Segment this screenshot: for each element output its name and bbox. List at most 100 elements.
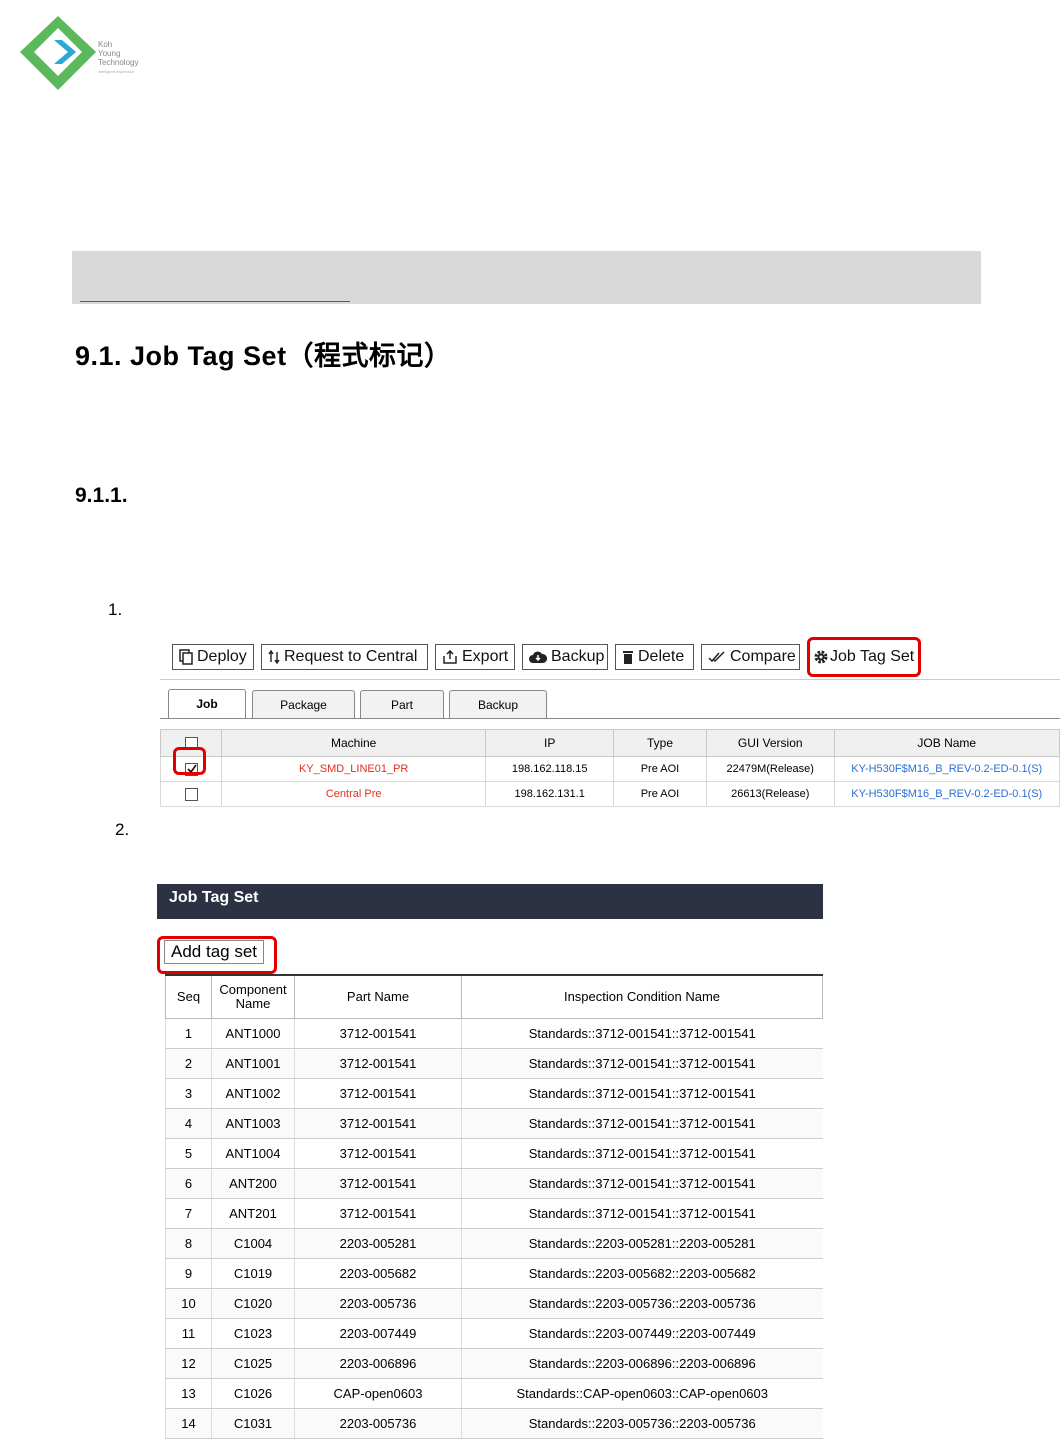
seq-cell: 8 xyxy=(165,1228,212,1259)
tag-table-body: 1 ANT1000 3712-001541 Standards::3712-00154… xyxy=(165,1018,823,1439)
banner-link-underline[interactable] xyxy=(80,301,350,302)
row-select-cell xyxy=(159,781,223,807)
seq-cell: 6 xyxy=(165,1168,212,1199)
component-cell: C1026 xyxy=(211,1378,295,1409)
component-cell: C1004 xyxy=(211,1228,295,1259)
table-row[interactable]: 10 C1020 2203-005736 Standards::2203-005736… xyxy=(165,1288,823,1319)
job-tag-set-dialog: Job Tag Set Add tag set Seq Component Na… xyxy=(157,884,823,1439)
component-cell: C1019 xyxy=(211,1258,295,1289)
part-name-cell: 2203-005736 xyxy=(294,1408,462,1439)
delete-button[interactable]: Delete xyxy=(615,644,694,670)
component-cell: C1023 xyxy=(211,1318,295,1349)
condition-cell: Standards::2203-007449::2203-007449 xyxy=(461,1318,823,1349)
component-cell: ANT201 xyxy=(211,1198,295,1229)
deploy-label: Deploy xyxy=(197,648,247,665)
part-name-cell: 2203-005682 xyxy=(294,1258,462,1289)
table-row[interactable]: Central Pre 198.162.131.1 Pre AOI 26613(… xyxy=(159,781,1060,807)
dialog-title: Job Tag Set xyxy=(157,884,823,919)
table-row[interactable]: 13 C1026 CAP-open0603 Standards::CAP-open06… xyxy=(165,1378,823,1409)
table-row[interactable]: 3 ANT1002 3712-001541 Standards::3712-00154… xyxy=(165,1078,823,1109)
machine-cell[interactable]: Central Pre xyxy=(221,781,487,807)
logo-tagline: intelligent inspection xyxy=(98,69,134,74)
backup-button[interactable]: Backup xyxy=(522,644,608,670)
table-row[interactable]: 1 ANT1000 3712-001541 Standards::3712-00154… xyxy=(165,1018,823,1049)
part-name-cell: 3712-001541 xyxy=(294,1018,462,1049)
copy-icon xyxy=(179,649,193,665)
logo-brand-1: Koh xyxy=(98,40,112,49)
seq-cell: 11 xyxy=(165,1318,212,1349)
part-name-cell: 3712-001541 xyxy=(294,1168,462,1199)
condition-cell: Standards::3712-001541::3712-001541 xyxy=(461,1048,823,1079)
seq-cell: 7 xyxy=(165,1198,212,1229)
toolbar-divider xyxy=(160,679,1060,680)
col-type: Type xyxy=(613,729,707,757)
table-row[interactable]: 9 C1019 2203-005682 Standards::2203-005682:… xyxy=(165,1258,823,1289)
table-row[interactable]: 7 ANT201 3712-001541 Standards::3712-001541… xyxy=(165,1198,823,1229)
condition-cell: Standards::3712-001541::3712-001541 xyxy=(461,1108,823,1139)
tab-backup[interactable]: Backup xyxy=(449,690,547,718)
table-row[interactable]: 5 ANT1004 3712-001541 Standards::3712-00154… xyxy=(165,1138,823,1169)
table-row[interactable]: KY_SMD_LINE01_PR 198.162.118.15 Pre AOI … xyxy=(159,756,1060,782)
table-row[interactable]: 12 C1025 2203-006896 Standards::2203-006896… xyxy=(165,1348,823,1379)
logo-brand-2: Young xyxy=(98,49,120,58)
gui-version-cell: 22479M(Release) xyxy=(705,756,835,782)
ip-cell: 198.162.118.15 xyxy=(485,756,615,782)
part-name-cell: CAP-open0603 xyxy=(294,1378,462,1409)
row-checkbox[interactable] xyxy=(184,787,198,801)
condition-cell: Standards::2203-005682::2203-005682 xyxy=(461,1258,823,1289)
job-name-cell[interactable]: KY-H530F$M16_B_REV-0.2-ED-0.1(S) xyxy=(833,756,1060,782)
part-name-cell: 3712-001541 xyxy=(294,1048,462,1079)
condition-cell: Standards::2203-005736::2203-005736 xyxy=(461,1408,823,1439)
component-cell: ANT1001 xyxy=(211,1048,295,1079)
condition-cell: Standards::3712-001541::3712-001541 xyxy=(461,1198,823,1229)
table-row[interactable]: 11 C1023 2203-007449 Standards::2203-007449… xyxy=(165,1318,823,1349)
seq-cell: 1 xyxy=(165,1018,212,1049)
table-row[interactable]: 6 ANT200 3712-001541 Standards::3712-001541… xyxy=(165,1168,823,1199)
col-component-line2: Name xyxy=(235,996,271,1011)
cloud-download-icon xyxy=(529,651,547,663)
backup-label: Backup xyxy=(551,648,605,665)
condition-cell: Standards::2203-005736::2203-005736 xyxy=(461,1288,823,1319)
tab-job[interactable]: Job xyxy=(168,689,246,719)
col-component-line1: Component xyxy=(219,982,287,997)
table-row[interactable]: 2 ANT1001 3712-001541 Standards::3712-00154… xyxy=(165,1048,823,1079)
subsection-heading: 9.1.1. xyxy=(75,484,128,507)
highlight-checkbox xyxy=(173,747,206,775)
export-button[interactable]: Export xyxy=(435,644,515,670)
seq-cell: 9 xyxy=(165,1258,212,1289)
table-row[interactable]: 14 C1031 2203-005736 Standards::2203-005736… xyxy=(165,1408,823,1439)
compare-button[interactable]: Compare xyxy=(701,644,800,670)
tab-package[interactable]: Package xyxy=(252,690,355,718)
tag-set-table: Seq Component Name Part Name Inspection … xyxy=(165,974,823,1439)
component-cell: C1025 xyxy=(211,1348,295,1379)
part-name-cell: 2203-005736 xyxy=(294,1288,462,1319)
job-name-cell[interactable]: KY-H530F$M16_B_REV-0.2-ED-0.1(S) xyxy=(833,781,1060,807)
highlight-job-tag-set xyxy=(807,637,921,677)
machine-cell[interactable]: KY_SMD_LINE01_PR xyxy=(221,756,487,782)
component-cell: ANT1002 xyxy=(211,1078,295,1109)
request-label: Request to Central xyxy=(284,648,418,665)
table-row[interactable]: 8 C1004 2203-005281 Standards::2203-005281:… xyxy=(165,1228,823,1259)
request-to-central-button[interactable]: Request to Central xyxy=(261,644,428,670)
condition-cell: Standards::3712-001541::3712-001541 xyxy=(461,1078,823,1109)
step-1-number: 1. xyxy=(108,600,123,619)
part-name-cell: 3712-001541 xyxy=(294,1078,462,1109)
part-name-cell: 2203-006896 xyxy=(294,1348,462,1379)
step-2-number: 2. xyxy=(115,820,130,839)
table-row[interactable]: 4 ANT1003 3712-001541 Standards::3712-00154… xyxy=(165,1108,823,1139)
part-name-cell: 2203-007449 xyxy=(294,1318,462,1349)
part-name-cell: 3712-001541 xyxy=(294,1198,462,1229)
gui-version-cell: 26613(Release) xyxy=(705,781,835,807)
seq-cell: 14 xyxy=(165,1408,212,1439)
export-label: Export xyxy=(462,648,509,665)
jobs-table: Machine IP Type GUI Version JOB Name KY_… xyxy=(159,729,1060,807)
tab-part[interactable]: Part xyxy=(360,690,444,718)
part-name-cell: 3712-001541 xyxy=(294,1108,462,1139)
col-part-name: Part Name xyxy=(294,974,462,1019)
col-job-name: JOB Name xyxy=(833,729,1060,757)
seq-cell: 4 xyxy=(165,1108,212,1139)
deploy-button[interactable]: Deploy xyxy=(172,644,254,670)
seq-cell: 5 xyxy=(165,1138,212,1169)
company-logo: Koh Young Technology intelligent inspect… xyxy=(18,14,183,94)
col-gui-version: GUI Version xyxy=(705,729,835,757)
